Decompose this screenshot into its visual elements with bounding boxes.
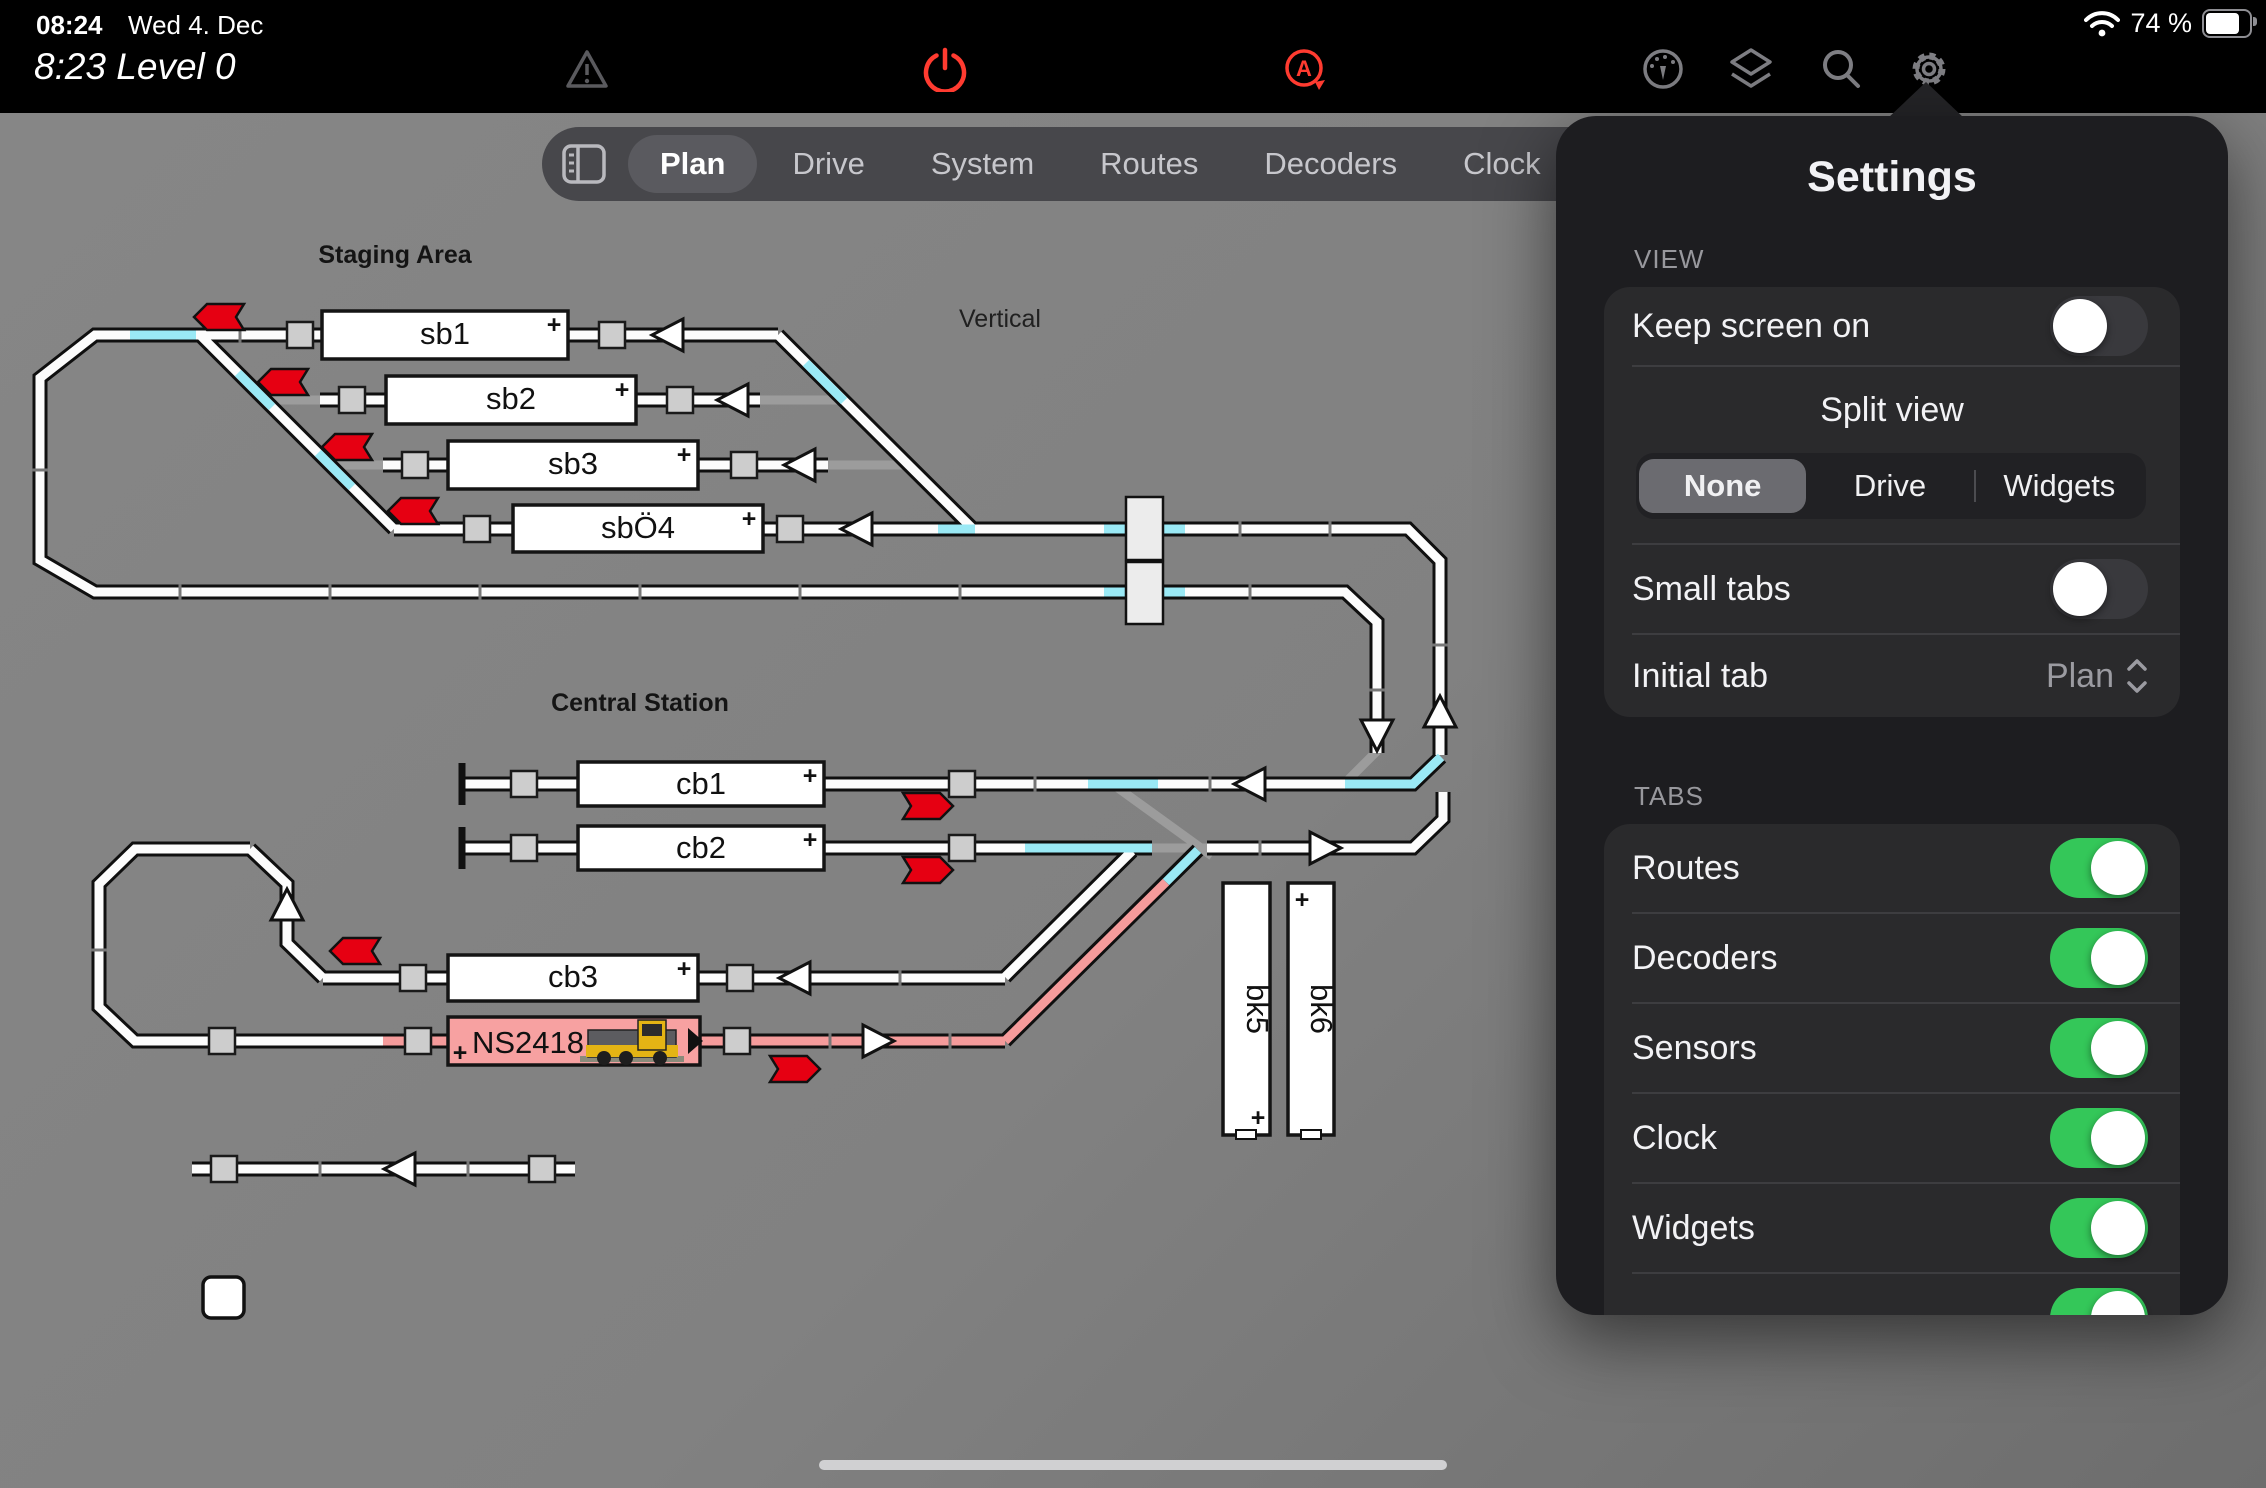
initial-tab-row[interactable]: Initial tab Plan (1604, 635, 2180, 717)
view-card: Keep screen on Split view None Drive Wid… (1604, 287, 2180, 717)
clipped-row (1604, 1274, 2180, 1315)
sensors-row: Sensors (1604, 1004, 2180, 1092)
tabs-section-header: TABS (1634, 781, 2180, 812)
chevron-up-down-icon (2126, 657, 2148, 695)
speedometer-icon[interactable] (1640, 46, 1686, 92)
battery-percent: 74 % (2130, 8, 2192, 39)
app-screen: sb1 + sb2 + sb3 + sbÖ4 + cb1 + cb2 + (0, 0, 2266, 1488)
status-time: 08:24 (36, 10, 103, 41)
status-date: Wed 4. Dec (128, 10, 263, 41)
auto-mode-icon[interactable]: A (1281, 46, 1327, 92)
block-ns2418-polarity: + (453, 1039, 468, 1067)
block-sbo4-label: sbÖ4 (601, 510, 675, 545)
tab-decoders[interactable]: Decoders (1231, 127, 1430, 201)
block-cb3-polarity: + (677, 955, 692, 983)
block-sbo4[interactable]: sbÖ4 + (513, 505, 763, 552)
initial-tab-value[interactable]: Plan (2046, 657, 2114, 696)
clipped-toggle[interactable] (2050, 1288, 2148, 1315)
tabs-card: Routes Decoders Sensors Clock (1604, 824, 2180, 1315)
popover-arrow (1888, 82, 1964, 118)
vertical-label: Vertical (959, 305, 1041, 333)
tab-bar: Plan Drive System Routes Decoders Clock (542, 127, 1612, 201)
initial-tab-label: Initial tab (1632, 657, 1768, 696)
widgets-row: Widgets (1604, 1184, 2180, 1272)
central-station-label: Central Station (551, 689, 729, 717)
home-indicator[interactable] (819, 1460, 1447, 1470)
split-view-option-none[interactable]: None (1639, 459, 1806, 513)
sidebar-icon (562, 144, 606, 184)
block-sb3-label: sb3 (548, 446, 598, 481)
block-sb1-polarity: + (547, 311, 562, 339)
routes-row: Routes (1604, 824, 2180, 912)
block-sb2-label: sb2 (486, 381, 536, 416)
search-icon[interactable] (1818, 46, 1864, 92)
block-sb1[interactable]: sb1 + (322, 311, 568, 359)
block-sb3[interactable]: sb3 + (448, 441, 698, 489)
keep-screen-on-label: Keep screen on (1632, 307, 1870, 346)
clock-row: Clock (1604, 1094, 2180, 1182)
tab-plan[interactable]: Plan (628, 135, 757, 193)
small-tabs-toggle[interactable] (2050, 559, 2148, 619)
block-cb2-label: cb2 (676, 830, 726, 865)
plan-square-button[interactable] (203, 1277, 244, 1318)
split-view-label: Split view (1604, 367, 2180, 453)
keep-screen-on-toggle[interactable] (2050, 296, 2148, 356)
block-cb3[interactable]: cb3 + (448, 955, 698, 1001)
block-sb2-polarity: + (615, 376, 630, 404)
block-cb1-label: cb1 (676, 766, 726, 801)
sensors-toggle[interactable] (2050, 1018, 2148, 1078)
tab-system[interactable]: System (898, 127, 1067, 201)
power-stop-icon[interactable] (922, 46, 968, 92)
block-cb2[interactable]: cb2 + (578, 826, 824, 870)
block-sbo4-polarity: + (742, 505, 757, 533)
warning-icon[interactable] (564, 46, 610, 92)
block-cb3-label: cb3 (548, 959, 598, 994)
sidebar-toggle-button[interactable] (542, 127, 626, 201)
decoders-toggle[interactable] (2050, 928, 2148, 988)
block-bk6[interactable]: bk6 + (1288, 883, 1339, 1139)
tab-clock[interactable]: Clock (1430, 127, 1574, 201)
block-bk6-label: bk6 (1304, 984, 1339, 1034)
fast-clock-label: 8:23 Level 0 (34, 46, 236, 88)
block-bk5-polarity: + (1251, 1104, 1266, 1132)
split-view-segmented-control: None Drive Widgets (1636, 453, 2146, 519)
decoders-toggle-label: Decoders (1632, 939, 1778, 978)
keep-screen-on-row: Keep screen on (1604, 287, 2180, 365)
sensors-toggle-label: Sensors (1632, 1029, 1757, 1068)
block-bk5-label: bk5 (1240, 984, 1275, 1034)
block-sb2[interactable]: sb2 + (386, 376, 636, 424)
settings-popover: Settings VIEW Keep screen on Split view … (1556, 116, 2228, 1315)
block-cb2-polarity: + (803, 826, 818, 854)
routes-toggle-label: Routes (1632, 849, 1740, 888)
view-section-header: VIEW (1634, 244, 2180, 275)
small-tabs-row: Small tabs (1604, 545, 2180, 633)
block-cb1[interactable]: cb1 + (578, 762, 824, 806)
crossing-bridge[interactable] (1126, 497, 1163, 624)
settings-title: Settings (1604, 146, 2180, 208)
block-sb1-label: sb1 (420, 316, 470, 351)
split-view-option-drive[interactable]: Drive (1806, 459, 1973, 513)
tab-routes[interactable]: Routes (1067, 127, 1231, 201)
decoders-row: Decoders (1604, 914, 2180, 1002)
block-ns2418-label: NS2418 (472, 1025, 584, 1060)
widgets-toggle[interactable] (2050, 1198, 2148, 1258)
clock-toggle-label: Clock (1632, 1119, 1717, 1158)
block-bk5[interactable]: bk5 + (1223, 883, 1275, 1139)
wifi-icon (2084, 10, 2120, 38)
clock-toggle[interactable] (2050, 1108, 2148, 1168)
block-bk6-polarity: + (1295, 886, 1310, 914)
widgets-toggle-label: Widgets (1632, 1209, 1755, 1248)
block-sb3-polarity: + (677, 441, 692, 469)
svg-text:A: A (1296, 56, 1312, 81)
routes-toggle[interactable] (2050, 838, 2148, 898)
staging-area-label: Staging Area (318, 241, 472, 269)
tab-drive[interactable]: Drive (759, 127, 897, 201)
block-cb1-polarity: + (803, 762, 818, 790)
small-tabs-label: Small tabs (1632, 570, 1791, 609)
battery-icon (2202, 9, 2252, 38)
block-ns2418[interactable]: NS2418 + (448, 1017, 703, 1067)
split-view-option-widgets[interactable]: Widgets (1976, 459, 2143, 513)
layers-icon[interactable] (1728, 46, 1774, 92)
